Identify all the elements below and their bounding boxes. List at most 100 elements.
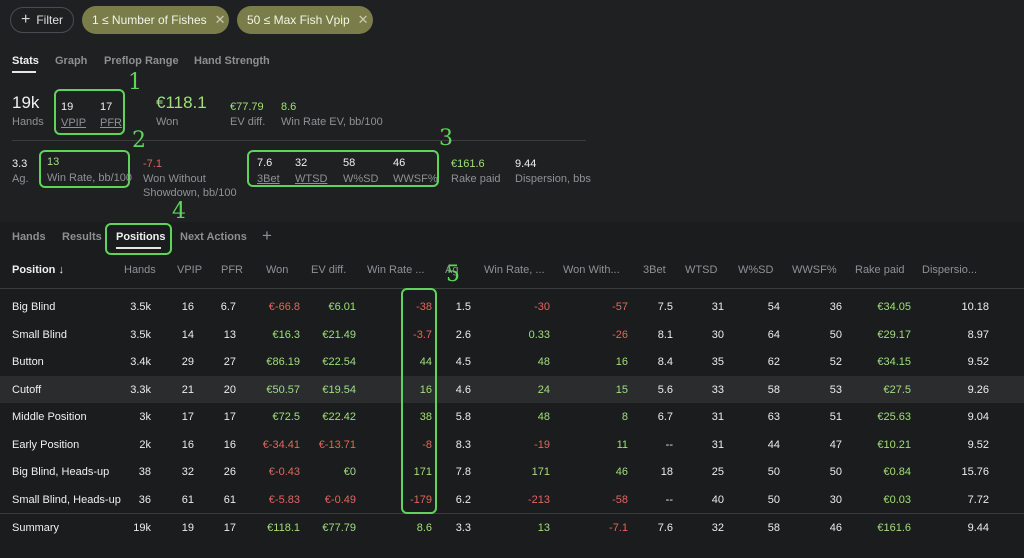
ev-diff-label: EV diff. [230, 116, 266, 128]
table-row[interactable]: Button 3.4k 29 27 €86.19 €22.54 44 4.5 48 16 8.4 35… [0, 348, 1024, 375]
cell-dispersion: 9.26 [967, 383, 989, 396]
dispersion-label: Dispersion, bbs [515, 173, 591, 185]
column-header-win-rate[interactable]: Win Rate ... [367, 264, 424, 276]
column-header-rake-paid[interactable]: Rake paid [855, 264, 905, 276]
pfr-label[interactable]: PFR [100, 117, 122, 129]
cell-won: €-5.83 [268, 493, 300, 506]
cell-position: Early Position [12, 438, 80, 451]
column-header-hands[interactable]: Hands [124, 264, 156, 276]
filter-chip-vpip[interactable]: 50 ≤ Max Fish Vpip ✕ [237, 6, 373, 34]
cell-ev-diff: €19.54 [322, 383, 356, 396]
tab-results[interactable]: Results [62, 231, 102, 243]
table-row[interactable]: Middle Position 3k 17 17 €72.5 €22.42 38 5.8 48 8… [0, 403, 1024, 430]
cell-rake-paid: €34.15 [877, 356, 911, 368]
cell-dispersion: 15.76 [961, 466, 989, 478]
cell-won: €-0.43 [268, 466, 300, 478]
cell-ev-diff: €77.79 [322, 522, 356, 534]
table-row[interactable]: Small Blind, Heads-up 36 61 61 €-5.83 €-0.49 -… [0, 486, 1024, 513]
table-row[interactable]: Early Position 2k 16 16 €-34.41 €-13.71 -8 8.3-… [0, 431, 1024, 458]
cell-won-without: 8 [621, 411, 628, 423]
cell-won-without: -58 [612, 493, 628, 506]
wtsd-label[interactable]: WTSD [295, 173, 327, 185]
cell-wsd: 44 [767, 438, 780, 451]
won-without-showdown-value: -7.1 [143, 158, 162, 170]
column-header-vpip[interactable]: VPIP [177, 264, 202, 276]
cell-position: Cutoff [12, 383, 42, 396]
cell-3bet: 8.1 [657, 328, 673, 341]
cell-rake-paid: €34.05 [877, 301, 911, 313]
vpip-label[interactable]: VPIP [61, 117, 86, 129]
tab-preflop-range[interactable]: Preflop Range [104, 55, 179, 67]
column-header-wwsf[interactable]: WWSF% [792, 264, 837, 276]
column-header-position[interactable]: Position ↓ [12, 264, 64, 276]
cell-3bet: 8.4 [657, 356, 673, 368]
column-header-won-without[interactable]: Won With... [563, 264, 620, 276]
close-icon[interactable]: ✕ [215, 12, 226, 28]
filter-button[interactable]: + Filter [10, 7, 74, 33]
cell-wtsd: 31 [711, 411, 724, 423]
filter-button-label: Filter [36, 13, 64, 27]
summary-row[interactable]: Summary 19k 19 17 €118.1 €77.79 8.6 3.3 13 -7.1 7.… [0, 514, 1024, 541]
ag-label: Ag. [12, 173, 29, 185]
cell-dispersion: 9.04 [967, 411, 989, 423]
cell-pfr: 20 [223, 383, 236, 396]
cell-ag: 6.2 [455, 493, 471, 506]
column-header-won[interactable]: Won [266, 264, 288, 276]
column-header-win-rate-2[interactable]: Win Rate, ... [484, 264, 545, 276]
cell-ag: 1.5 [455, 301, 471, 313]
cell-rake-paid: €0.84 [883, 466, 911, 478]
cell-wsd: 63 [767, 411, 780, 423]
cell-vpip: 32 [181, 466, 194, 478]
column-header-wtsd[interactable]: WTSD [685, 264, 717, 276]
tab-stats[interactable]: Stats [12, 55, 39, 67]
cell-win-rate-2: 171 [531, 466, 550, 478]
wwsf-value: 46 [393, 157, 406, 169]
annotation-2: 2 [132, 128, 146, 153]
dispersion-value: 9.44 [515, 158, 537, 170]
hands-value: 19k [12, 93, 40, 112]
column-header-pfr[interactable]: PFR [221, 264, 243, 276]
column-header-3bet[interactable]: 3Bet [643, 264, 666, 276]
ag-value: 3.3 [12, 158, 28, 170]
column-header-wsd[interactable]: W%SD [738, 264, 773, 276]
filter-chip-fishes[interactable]: 1 ≤ Number of Fishes ✕ [82, 6, 229, 34]
cell-win-rate: 8.6 [416, 522, 432, 534]
tab-hands[interactable]: Hands [12, 231, 46, 243]
stats-divider [12, 140, 586, 141]
column-header-ev-diff[interactable]: EV diff. [311, 264, 346, 276]
tab-next-actions[interactable]: Next Actions [180, 231, 247, 243]
tab-graph[interactable]: Graph [55, 55, 87, 67]
cell-wwsf: 52 [829, 356, 842, 368]
hands-label: Hands [12, 116, 44, 128]
win-rate-ev-value: 8.6 [281, 101, 297, 113]
wwsf-label: WWSF% [393, 173, 438, 185]
wsd-label: W%SD [343, 173, 379, 185]
cell-pfr: 17 [223, 522, 236, 534]
close-icon[interactable]: ✕ [358, 12, 369, 28]
cell-ev-diff: €21.49 [322, 328, 356, 341]
tab-hand-strength[interactable]: Hand Strength [194, 55, 270, 67]
table-row[interactable]: Big Blind, Heads-up 38 32 26 €-0.43 €0 171 7.8 1… [0, 458, 1024, 485]
3bet-value: 7.6 [257, 157, 273, 169]
column-header-dispersion[interactable]: Dispersio... [922, 264, 977, 276]
table-row[interactable]: Cutoff 3.3k 21 20 €50.57 €19.54 16 4.6 24 15 5.6 33… [0, 375, 1024, 403]
tab-positions[interactable]: Positions [116, 231, 166, 243]
won-without-showdown-label: Won Without [143, 173, 206, 185]
table-row[interactable]: Small Blind 3.5k 14 13 €16.3 €21.49 -3.7 2.6 0.3… [0, 321, 1024, 348]
cell-dispersion: 9.52 [967, 356, 989, 368]
cell-ag: 8.3 [455, 438, 471, 451]
cell-ev-diff: €22.54 [322, 356, 356, 368]
cell-hands: 38 [138, 466, 151, 478]
cell-won-without: -57 [612, 301, 628, 313]
3bet-label[interactable]: 3Bet [257, 173, 280, 185]
add-tab-button[interactable]: + [262, 226, 272, 246]
won-without-showdown-label-2: Showdown, bb/100 [143, 187, 237, 199]
cell-won-without: -26 [612, 328, 628, 341]
plus-icon: + [21, 11, 31, 28]
cell-3bet: 5.6 [657, 383, 673, 396]
cell-3bet: 18 [660, 466, 673, 478]
table-row[interactable]: Big Blind 3.5k 16 6.7 €-66.8 €6.01 -38 1.5 -30 -5… [0, 293, 1024, 320]
cell-3bet: -- [665, 438, 673, 451]
cell-position: Small Blind, Heads-up [12, 493, 121, 506]
cell-pfr: 61 [223, 493, 236, 506]
